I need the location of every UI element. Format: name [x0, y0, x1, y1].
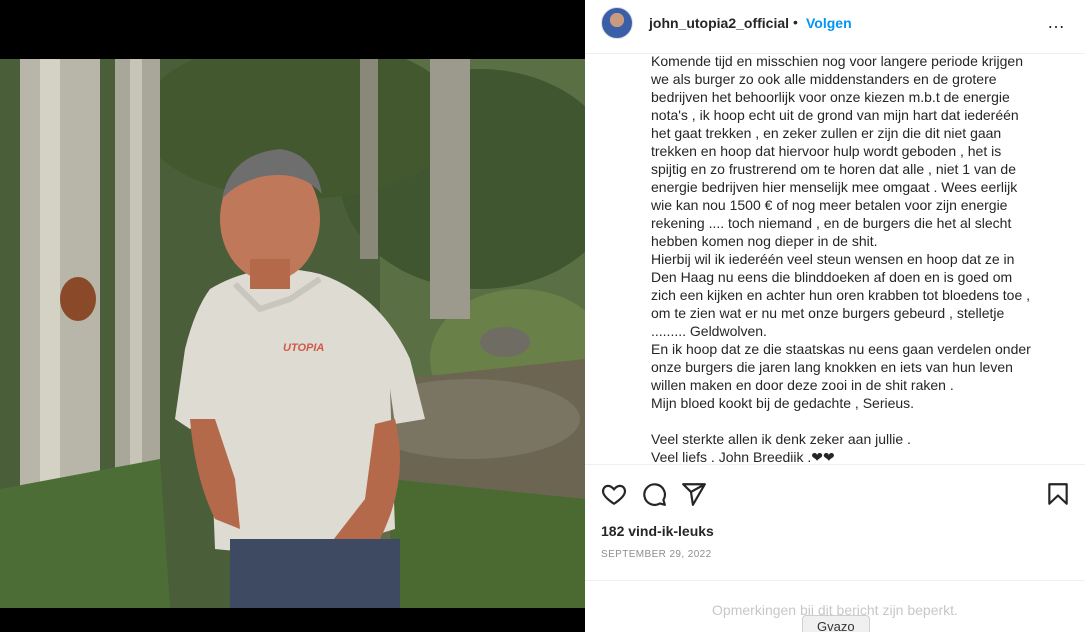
shirt-logo: UTOPIA: [283, 342, 324, 354]
photo-scene: UTOPIA: [0, 59, 585, 608]
bookmark-icon[interactable]: [1045, 481, 1071, 507]
post-date[interactable]: SEPTEMBER 29, 2022: [601, 549, 712, 560]
post-caption: Komende tijd en misschien nog voor lange…: [651, 52, 1061, 462]
more-options-icon[interactable]: …: [1047, 12, 1066, 33]
gvazo-tooltip[interactable]: Gvazo: [802, 615, 870, 632]
likes-count[interactable]: 182 vind-ik-leuks: [601, 523, 714, 539]
comments-area: Opmerkingen bij dit bericht zijn beperkt…: [585, 580, 1085, 632]
post-header: john_utopia2_official • Volgen …: [585, 0, 1085, 54]
username-link[interactable]: john_utopia2_official: [649, 15, 789, 31]
comment-icon[interactable]: [641, 481, 667, 507]
separator-dot: •: [793, 14, 798, 30]
post-panel: john_utopia2_official • Volgen … Komende…: [585, 0, 1085, 632]
actions-bar: 182 vind-ik-leuks SEPTEMBER 29, 2022: [585, 464, 1085, 580]
post-media: UTOPIA: [0, 0, 585, 632]
caption-text: Komende tijd en misschien nog voor lange…: [651, 53, 1031, 462]
share-icon[interactable]: [681, 481, 707, 507]
avatar[interactable]: [601, 7, 633, 39]
post-photo[interactable]: UTOPIA: [0, 59, 585, 608]
heart-icon[interactable]: [601, 481, 627, 507]
follow-button[interactable]: Volgen: [806, 15, 852, 31]
